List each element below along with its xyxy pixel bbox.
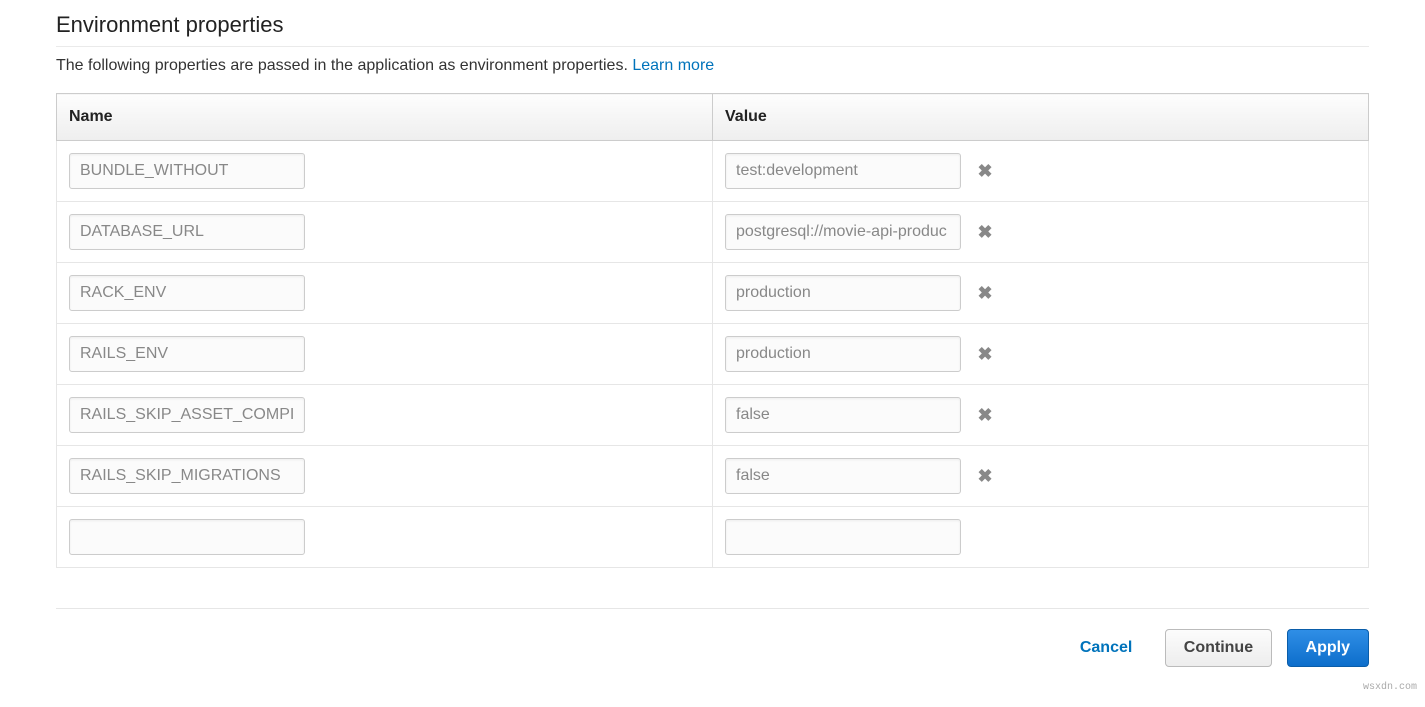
- section-title: Environment properties: [56, 12, 1369, 47]
- property-name-input[interactable]: [69, 519, 305, 555]
- remove-icon[interactable]: ✖: [977, 345, 992, 363]
- table-row: ✖: [57, 141, 1369, 202]
- description-text: The following properties are passed in t…: [56, 57, 628, 74]
- table-row-empty: [57, 507, 1369, 568]
- property-value-input[interactable]: [725, 336, 961, 372]
- property-name-input[interactable]: [69, 153, 305, 189]
- section-description: The following properties are passed in t…: [56, 57, 1369, 75]
- property-name-input[interactable]: [69, 275, 305, 311]
- table-row: ✖: [57, 385, 1369, 446]
- property-value-input[interactable]: [725, 275, 961, 311]
- property-value-input[interactable]: [725, 458, 961, 494]
- remove-icon[interactable]: ✖: [977, 223, 992, 241]
- property-name-input[interactable]: [69, 397, 305, 433]
- property-value-input[interactable]: [725, 397, 961, 433]
- properties-table: Name Value ✖ ✖: [56, 93, 1369, 568]
- table-row: ✖: [57, 263, 1369, 324]
- remove-icon[interactable]: ✖: [977, 467, 992, 485]
- remove-icon[interactable]: ✖: [977, 162, 992, 180]
- actions-bar: Cancel Continue Apply: [56, 629, 1369, 667]
- watermark: wsxdn.com: [1363, 682, 1417, 693]
- table-row: ✖: [57, 446, 1369, 507]
- property-name-input[interactable]: [69, 458, 305, 494]
- table-row: ✖: [57, 202, 1369, 263]
- column-header-name: Name: [57, 94, 713, 141]
- remove-icon[interactable]: ✖: [977, 406, 992, 424]
- property-value-input[interactable]: [725, 214, 961, 250]
- remove-icon[interactable]: ✖: [977, 284, 992, 302]
- property-name-input[interactable]: [69, 336, 305, 372]
- table-header-row: Name Value: [57, 94, 1369, 141]
- property-value-input[interactable]: [725, 519, 961, 555]
- table-row: ✖: [57, 324, 1369, 385]
- footer-divider: [56, 608, 1369, 609]
- apply-button[interactable]: Apply: [1287, 629, 1369, 667]
- property-name-input[interactable]: [69, 214, 305, 250]
- column-header-value: Value: [713, 94, 1369, 141]
- continue-button[interactable]: Continue: [1165, 629, 1272, 667]
- learn-more-link[interactable]: Learn more: [632, 57, 714, 74]
- cancel-button[interactable]: Cancel: [1062, 630, 1150, 666]
- property-value-input[interactable]: [725, 153, 961, 189]
